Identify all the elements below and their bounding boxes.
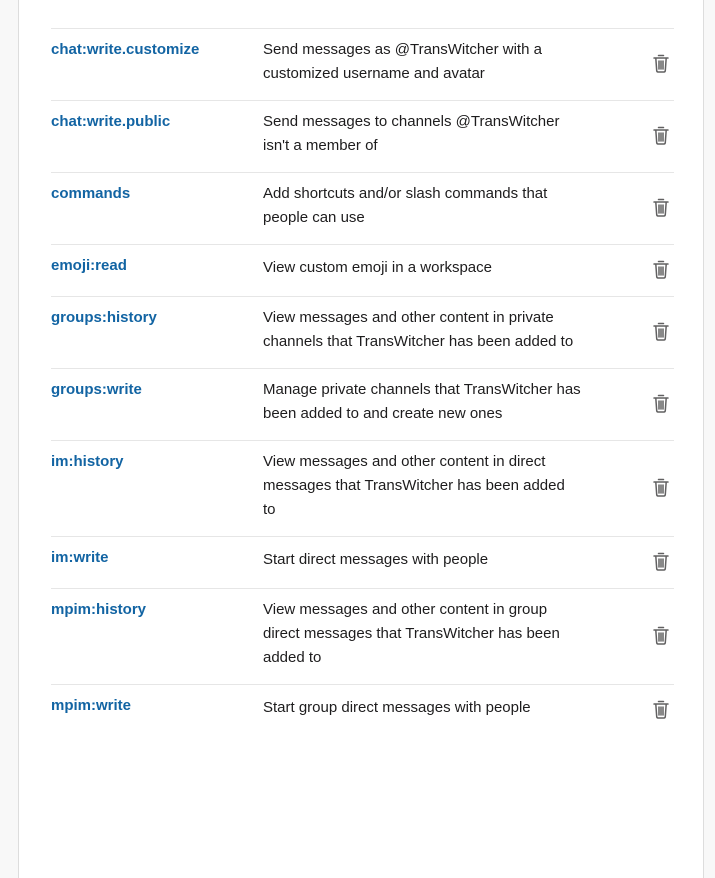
remove-scope-button[interactable] — [648, 256, 674, 282]
trash-icon — [653, 126, 669, 145]
scope-description: Start group direct messages with people — [263, 699, 531, 716]
scope-row: emoji:read View custom emoji in a worksp… — [51, 244, 674, 296]
trash-icon — [653, 260, 669, 279]
remove-scope-button[interactable] — [648, 548, 674, 574]
trash-icon — [653, 54, 669, 73]
scope-row: groups:history View messages and other c… — [51, 296, 674, 368]
scope-name: groups:write — [51, 381, 142, 398]
remove-scope-button[interactable] — [648, 194, 674, 220]
scope-description: View messages and other content in group… — [263, 601, 560, 666]
scope-description: View messages and other content in priva… — [263, 309, 574, 350]
scope-description: Add shortcuts and/or slash commands that… — [263, 185, 548, 226]
remove-scope-button[interactable] — [648, 50, 674, 76]
trash-icon — [653, 322, 669, 341]
trash-icon — [653, 198, 669, 217]
scope-description: Manage private channels that TransWitche… — [263, 381, 581, 422]
oauth-scopes-panel: chat:write.customize Send messages as @T… — [18, 0, 704, 878]
trash-icon — [653, 478, 669, 497]
scope-row: chat:write.customize Send messages as @T… — [51, 28, 674, 100]
scope-row: im:history View messages and other conte… — [51, 440, 674, 536]
scope-name: chat:write.customize — [51, 41, 200, 58]
scope-name: im:history — [51, 453, 124, 470]
trash-icon — [653, 394, 669, 413]
scope-name: im:write — [51, 549, 109, 566]
scope-row: chat:write.public Send messages to chann… — [51, 100, 674, 172]
scope-description: View custom emoji in a workspace — [263, 259, 492, 276]
bot-token-scopes-list: chat:write.customize Send messages as @T… — [51, 28, 674, 736]
scope-description: Send messages as @TransWitcher with a cu… — [263, 41, 542, 82]
trash-icon — [653, 552, 669, 571]
scope-name: groups:history — [51, 309, 157, 326]
scope-description: Start direct messages with people — [263, 551, 489, 568]
remove-scope-button[interactable] — [648, 318, 674, 344]
scope-description: Send messages to channels @TransWitcher … — [263, 113, 560, 154]
remove-scope-button[interactable] — [648, 622, 674, 648]
remove-scope-button[interactable] — [648, 390, 674, 416]
trash-icon — [653, 626, 669, 645]
scope-name: chat:write.public — [51, 113, 171, 130]
scope-name: mpim:history — [51, 601, 147, 618]
trash-icon — [653, 700, 669, 719]
scope-row: im:write Start direct messages with peop… — [51, 536, 674, 588]
scope-row: commands Add shortcuts and/or slash comm… — [51, 172, 674, 244]
scope-row: groups:write Manage private channels tha… — [51, 368, 674, 440]
scope-name: mpim:write — [51, 697, 132, 714]
remove-scope-button[interactable] — [648, 696, 674, 722]
scope-description: View messages and other content in direc… — [263, 453, 565, 518]
scope-name: commands — [51, 185, 131, 202]
remove-scope-button[interactable] — [648, 474, 674, 500]
scope-name: emoji:read — [51, 257, 127, 274]
scope-row: mpim:history View messages and other con… — [51, 588, 674, 684]
scope-row: mpim:write Start group direct messages w… — [51, 684, 674, 736]
remove-scope-button[interactable] — [648, 122, 674, 148]
